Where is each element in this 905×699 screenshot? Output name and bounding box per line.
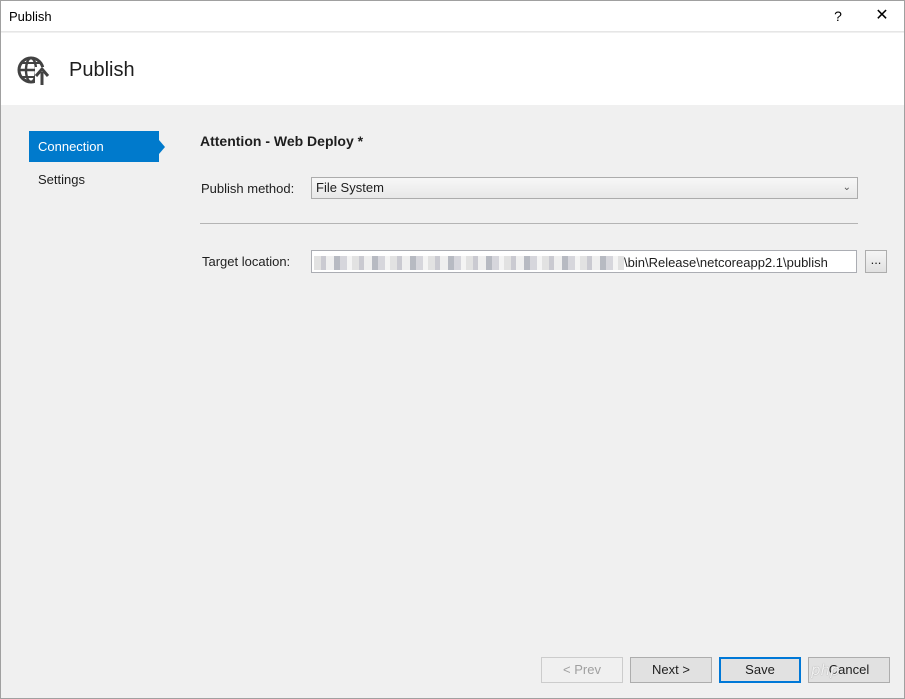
- browse-button[interactable]: ...: [865, 250, 887, 273]
- profile-title: Attention - Web Deploy *: [200, 133, 364, 149]
- help-button[interactable]: ?: [827, 4, 849, 28]
- target-location-label: Target location:: [202, 254, 291, 269]
- publish-method-value: File System: [316, 180, 384, 195]
- dialog-header: Publish: [1, 33, 904, 105]
- divider: [200, 223, 858, 224]
- publish-method-label: Publish method:: [201, 181, 295, 196]
- cancel-button[interactable]: Cancel: [808, 657, 890, 683]
- target-location-input[interactable]: \bin\Release\netcoreapp2.1\publish: [311, 250, 857, 273]
- close-button[interactable]: ✕: [869, 4, 895, 28]
- globe-publish-icon: [17, 56, 50, 87]
- redacted-path-segment: [314, 255, 624, 270]
- sidebar-item-connection[interactable]: Connection: [29, 131, 165, 162]
- target-location-path: \bin\Release\netcoreapp2.1\publish: [624, 255, 828, 271]
- publish-dialog: Publish ? ✕ Publish Connection Settings …: [0, 0, 905, 699]
- next-button[interactable]: Next >: [630, 657, 712, 683]
- sidebar-nav: Connection Settings: [29, 131, 165, 197]
- prev-button[interactable]: < Prev: [541, 657, 623, 683]
- title-bar: Publish ? ✕: [1, 1, 904, 32]
- sidebar-item-settings[interactable]: Settings: [29, 164, 159, 195]
- chevron-down-icon: ⌄: [842, 182, 851, 193]
- publish-method-select[interactable]: File System ⌄: [311, 177, 858, 199]
- header-title: Publish: [69, 59, 135, 81]
- window-title: Publish: [9, 9, 52, 24]
- save-button[interactable]: Save: [719, 657, 801, 683]
